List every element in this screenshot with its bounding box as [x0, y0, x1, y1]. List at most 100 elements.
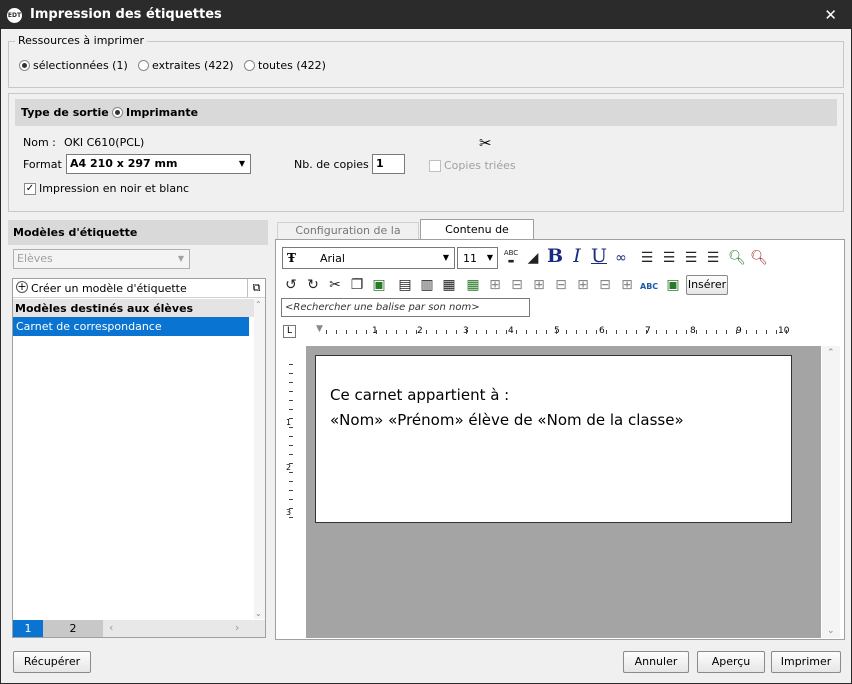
ruler-tick — [596, 330, 597, 334]
label-canvas: Ce carnet appartient à : «Nom» «Prénom» … — [306, 346, 821, 638]
sorted-copies-label: Copies triées — [444, 159, 516, 172]
ruler-tick — [576, 330, 577, 334]
tab-sheet-config[interactable]: Configuration de la planche — [277, 222, 419, 253]
sorted-copies-checkbox[interactable]: Copies triées — [429, 159, 516, 172]
tab-label-content[interactable]: Contenu de l'étiquette — [420, 219, 534, 255]
align-center-icon[interactable]: ☰ — [660, 249, 678, 267]
table-grid-icon[interactable]: ▦ — [440, 276, 458, 294]
label-line-2: «Nom» «Prénom» élève de «Nom de la class… — [330, 411, 684, 429]
close-icon[interactable]: ✕ — [824, 6, 837, 24]
list-item[interactable]: Carnet de correspondance — [13, 317, 249, 336]
cancel-button[interactable]: Annuler — [623, 651, 689, 673]
merge-cells-icon[interactable]: ⊞ — [530, 276, 548, 294]
scroll-down-icon[interactable]: ⌄ — [255, 609, 262, 618]
preview-button[interactable]: Aperçu — [697, 651, 765, 673]
tag-search-input[interactable]: <Rechercher une balise par son nom> — [281, 298, 530, 317]
vruler-tick — [289, 382, 293, 383]
vruler-tick — [289, 373, 293, 374]
highlight-icon[interactable]: ◢ — [524, 249, 542, 267]
printer-settings-icon[interactable]: ✂ — [479, 134, 492, 152]
delete-row-icon[interactable]: ⊟ — [508, 276, 526, 294]
radio-all[interactable]: toutes (422) — [244, 59, 326, 72]
chevron-down-icon: ▼ — [177, 254, 184, 263]
duplicate-icon[interactable]: ⧉ — [247, 279, 265, 297]
scroll-up-icon[interactable]: ⌃ — [827, 348, 835, 358]
printer-name-label: Nom : — [23, 136, 56, 149]
align-right-icon[interactable]: ☰ — [682, 249, 700, 267]
radio-selected-label: sélectionnées (1) — [33, 59, 128, 72]
font-select[interactable]: Ŧ Arial ▼ — [282, 247, 455, 269]
ruler-tick — [406, 330, 407, 334]
page-2-tab[interactable]: 2 — [43, 620, 103, 637]
ruler-tick — [666, 330, 667, 334]
label-text[interactable]: Ce carnet appartient à : «Nom» «Prénom» … — [330, 383, 684, 433]
justify-icon[interactable]: ☰ — [704, 249, 722, 267]
vruler-tick — [289, 481, 293, 482]
margin-marker-left[interactable]: ▼ — [316, 324, 323, 334]
output-header: Type de sortie : Imprimante — [15, 99, 837, 126]
radio-extracted[interactable]: extraites (422) — [138, 59, 234, 72]
link-icon[interactable]: ∞ — [612, 249, 630, 267]
ruler-tick — [496, 330, 497, 334]
recover-button[interactable]: Récupérer — [13, 651, 91, 673]
bw-print-checkbox[interactable]: ✓ Impression en noir et blanc — [24, 182, 189, 195]
list-scrollbar[interactable]: ⌃ ⌄ — [254, 299, 265, 619]
tab-stop-icon[interactable]: L — [283, 325, 296, 338]
align-left-icon[interactable]: ☰ — [638, 249, 656, 267]
radio-printer[interactable]: Imprimante — [112, 106, 198, 119]
chevron-down-icon: ▼ — [486, 253, 493, 262]
cell-props-icon[interactable]: ⊞ — [618, 276, 636, 294]
copies-input[interactable]: 1 — [372, 154, 405, 174]
radio-selected[interactable]: sélectionnées (1) — [19, 59, 128, 72]
ruler-tick — [676, 330, 677, 334]
paste-icon[interactable]: ▣ — [370, 276, 388, 294]
image-icon[interactable]: ▣ — [664, 276, 682, 294]
ruler-tick — [456, 330, 457, 334]
vruler-tick — [289, 418, 293, 419]
italic-icon[interactable]: I — [568, 247, 586, 266]
split-cells-icon[interactable]: ⊟ — [552, 276, 570, 294]
table-col-icon[interactable]: ▥ — [418, 276, 436, 294]
insert-col-icon[interactable]: ⊞ — [574, 276, 592, 294]
label-page[interactable]: Ce carnet appartient à : «Nom» «Prénom» … — [315, 355, 792, 523]
size-select[interactable]: 11 ▼ — [457, 247, 498, 269]
scroll-down-icon[interactable]: ⌄ — [827, 626, 835, 636]
ruler-tick — [326, 330, 327, 334]
zoom-out-icon[interactable]: 🔍︎ — [750, 249, 768, 267]
pagination: 1 2 ‹ › — [13, 620, 265, 637]
spellcheck-icon[interactable]: ABC — [640, 278, 658, 296]
print-button[interactable]: Imprimer — [771, 651, 841, 673]
ruler-tick — [426, 330, 427, 334]
text-color-icon[interactable]: ABC ▬ — [502, 249, 520, 267]
scroll-left-icon[interactable]: ‹ — [109, 621, 113, 634]
canvas-scrollbar[interactable]: ⌃ ⌄ — [822, 346, 840, 638]
create-model-row[interactable]: + Créer un modèle d'étiquette ⧉ — [13, 279, 265, 298]
copy-icon[interactable]: ❐ — [348, 276, 366, 294]
scroll-right-icon[interactable]: › — [235, 621, 239, 634]
insert-row-icon[interactable]: ⊞ — [486, 276, 504, 294]
ruler-tick — [436, 330, 437, 334]
vruler-tick — [289, 499, 293, 500]
table-row-icon[interactable]: ▤ — [396, 276, 414, 294]
category-select[interactable]: Elèves ▼ — [13, 249, 190, 269]
ruler-tick — [386, 330, 387, 334]
vruler-tick — [289, 454, 293, 455]
horizontal-ruler: ▼ 1 2 3 4 5 6 7 8 9 10 — [316, 324, 789, 340]
zoom-in-icon[interactable]: 🔍︎ — [728, 249, 746, 267]
insert-button[interactable]: Insérer — [686, 275, 728, 295]
bw-print-label: Impression en noir et blanc — [39, 182, 190, 195]
format-select[interactable]: A4 210 x 297 mm ▼ — [66, 154, 251, 174]
bold-icon[interactable]: B — [546, 247, 564, 266]
undo-icon[interactable]: ↺ — [282, 276, 300, 294]
underline-icon[interactable]: U — [590, 247, 608, 266]
insert-table-icon[interactable]: ▦ — [464, 276, 482, 294]
ruler-tick — [686, 330, 687, 334]
scroll-up-icon[interactable]: ⌃ — [255, 300, 262, 309]
page-1-tab[interactable]: 1 — [13, 620, 43, 637]
delete-col-icon[interactable]: ⊟ — [596, 276, 614, 294]
cut-icon[interactable]: ✂ — [326, 276, 344, 294]
label-line-1: Ce carnet appartient à : — [330, 386, 510, 404]
redo-icon[interactable]: ↻ — [304, 276, 322, 294]
ruler-tick — [776, 330, 777, 334]
radio-selected-dot — [19, 60, 30, 71]
